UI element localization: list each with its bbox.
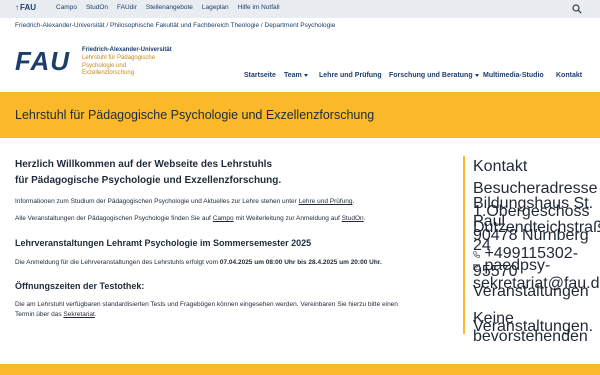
envelope-icon: [473, 264, 480, 270]
chevron-down-icon: [303, 73, 308, 77]
nav-item-kontakt[interactable]: Kontakt: [556, 72, 582, 79]
nav-item-lehre-und-pruefung[interactable]: Lehre und Prüfung: [319, 72, 382, 79]
nav-item-forschung-und-beratung[interactable]: Forschung und Beratung: [389, 72, 479, 79]
link-campo[interactable]: Campo: [213, 215, 234, 222]
events-empty-text: Veranstaltungen.: [473, 318, 594, 335]
welcome-heading-line1: Herzlich Willkommen auf der Webseite des…: [15, 159, 273, 170]
testothek-paragraph-line2: Termin über das Sekretariat.: [15, 311, 97, 318]
testothek-paragraph-line1: Die am Lehrstuhl verfügbaren standardisi…: [15, 301, 398, 308]
utility-link-campo[interactable]: Campo: [56, 4, 77, 11]
logo-university-name: Friedrich-Alexander-Universität: [82, 47, 172, 53]
arrow-up-icon: ↑: [15, 3, 19, 12]
address-line: 90478 Nürnberg: [473, 227, 589, 244]
link-lehre-und-pruefung[interactable]: Lehre und Prüfung: [299, 198, 353, 205]
footer-band: [0, 364, 600, 375]
sidebar-contact-heading: Kontakt: [473, 158, 528, 175]
registration-paragraph: Die Anmeldung für die Lehrveranstaltunge…: [15, 259, 382, 266]
welcome-heading-line2: für Pädagogische Psychologie und Exzelle…: [15, 175, 282, 186]
utility-link-faudir[interactable]: FAUdir: [117, 4, 137, 11]
utility-link-stellenangebote[interactable]: Stellenangebote: [146, 4, 193, 11]
nav-item-startseite[interactable]: Startseite: [244, 72, 276, 79]
fau-home-link[interactable]: ↑FAU: [15, 3, 36, 12]
events-paragraph: Alle Veranstaltungen der Pädagogischen P…: [15, 215, 366, 222]
sidebar-divider: [463, 156, 465, 334]
logo-chair-name: Lehrstuhl für Pädagogische Psychologie u…: [82, 55, 156, 76]
registration-period: 07.04.2025 um 08:00 Uhr bis 28.4.2025 um…: [219, 259, 382, 266]
top-utility-bar: ↑FAU Campo StudOn FAUdir Stellenangebote Lag…: [0, 0, 600, 18]
page-banner: Lehrstuhl für Pädagogische Psychologie u…: [0, 92, 600, 138]
utility-links: Campo StudOn FAUdir Stellenangebote Lageplan…: [56, 4, 289, 11]
link-sekretariat[interactable]: Sekretariat: [63, 311, 94, 318]
site-logo[interactable]: FAU Friedrich-Alexander-Universität Lehr…: [15, 46, 175, 82]
breadcrumb[interactable]: Friedrich-Alexander-Universität / Philos…: [15, 22, 335, 29]
search-icon[interactable]: [572, 4, 582, 14]
section-lehrveranstaltungen-heading: Lehrveranstaltungen Lehramt Psychologie …: [15, 238, 312, 248]
nav-item-multimedia-studio[interactable]: Multimedia-Studio: [483, 72, 544, 79]
chevron-down-icon: [474, 73, 479, 77]
intro-paragraph: Informationen zum Studium der Pädagogisc…: [15, 198, 355, 205]
utility-link-notfall[interactable]: Hilfe im Notfall: [238, 4, 280, 11]
utility-link-studon[interactable]: StudOn: [86, 4, 108, 11]
link-studon[interactable]: StudOn: [342, 215, 364, 222]
page-title: Lehrstuhl für Pädagogische Psychologie u…: [15, 108, 375, 122]
section-testothek-heading: Öffnungszeiten der Testothek:: [15, 281, 145, 291]
nav-item-team[interactable]: Team: [284, 72, 308, 79]
sidebar-events-heading: Veranstaltungen: [473, 283, 589, 300]
utility-link-lageplan[interactable]: Lageplan: [202, 4, 229, 11]
logo-wordmark: FAU: [15, 46, 70, 76]
